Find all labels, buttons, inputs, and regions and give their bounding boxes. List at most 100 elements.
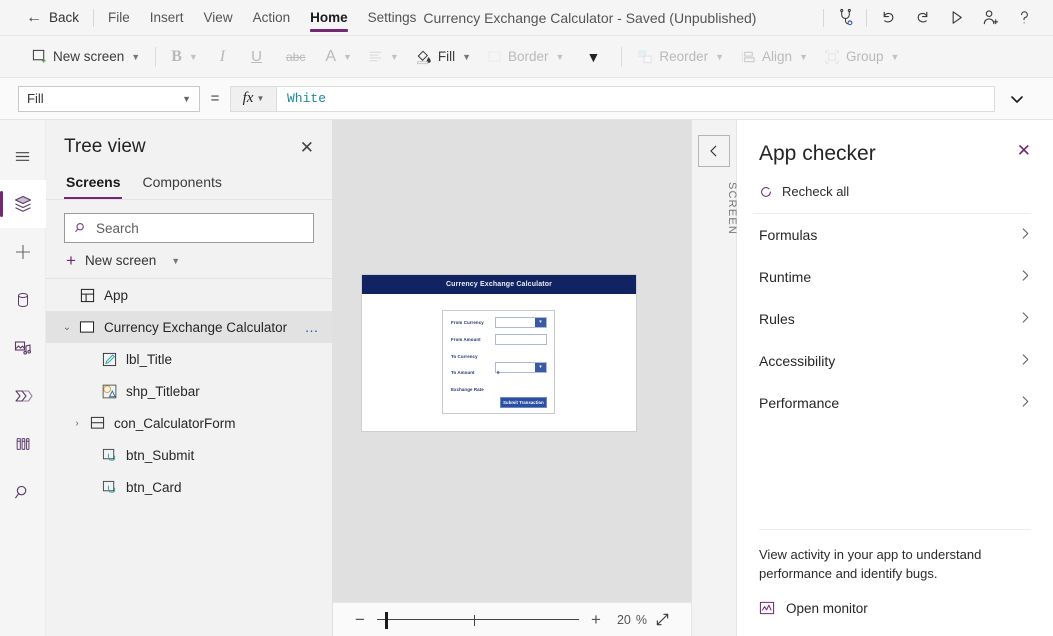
menu-divider bbox=[93, 9, 94, 27]
tree-node-shp-titlebar[interactable]: shp_Titlebar bbox=[46, 375, 332, 407]
share-icon[interactable] bbox=[973, 3, 1007, 33]
formula-expand-button[interactable] bbox=[995, 93, 1039, 105]
group-button[interactable]: Group ▼ bbox=[816, 42, 907, 72]
align-text-button[interactable]: ▼ bbox=[360, 42, 407, 72]
search-icon[interactable] bbox=[0, 468, 46, 516]
tree-search-box[interactable] bbox=[64, 213, 314, 243]
collapse-panel-button[interactable] bbox=[698, 135, 730, 167]
tree-node-con-calculatorform[interactable]: › con_CalculatorForm bbox=[46, 407, 332, 439]
checker-row-runtime[interactable]: Runtime bbox=[759, 256, 1031, 298]
zoom-slider[interactable] bbox=[377, 607, 579, 633]
font-color-button[interactable]: A ▼ bbox=[317, 42, 360, 72]
strikethrough-label: abc bbox=[286, 50, 305, 64]
menu-item-insert[interactable]: Insert bbox=[140, 0, 194, 36]
back-button[interactable]: ← Back bbox=[0, 0, 89, 36]
tree-view-icon[interactable] bbox=[0, 180, 46, 228]
data-icon[interactable] bbox=[0, 276, 46, 324]
tree-chevron-expanded-icon[interactable]: ⌄ bbox=[58, 322, 76, 333]
fit-to-screen-icon[interactable] bbox=[647, 612, 677, 627]
chevron-down-icon: ▼ bbox=[171, 256, 180, 266]
property-dropdown[interactable]: Fill ▼ bbox=[18, 86, 200, 112]
insert-icon[interactable] bbox=[0, 228, 46, 276]
checker-row-performance[interactable]: Performance bbox=[759, 382, 1031, 424]
new-screen-tree-button[interactable]: + New screen ▼ bbox=[46, 243, 332, 279]
from-amount-input[interactable] bbox=[495, 334, 547, 345]
tree-node-screen[interactable]: ⌄ Currency Exchange Calculator … bbox=[46, 311, 332, 343]
refresh-icon bbox=[759, 185, 773, 199]
fill-button[interactable]: Fill ▼ bbox=[407, 42, 479, 72]
menu-item-action[interactable]: Action bbox=[243, 0, 301, 36]
fx-button[interactable]: fx ▼ bbox=[230, 86, 276, 112]
hamburger-menu-icon[interactable] bbox=[0, 132, 46, 180]
reorder-button[interactable]: Reorder ▼ bbox=[629, 42, 732, 72]
tree-node-btn-submit[interactable]: btn_Submit bbox=[46, 439, 332, 471]
border-button[interactable]: Border ▼ bbox=[479, 42, 572, 72]
tree-node-label: lbl_Title bbox=[126, 352, 172, 367]
from-currency-combobox[interactable]: ▾ bbox=[495, 317, 547, 328]
zoom-value: 20 bbox=[617, 613, 631, 627]
close-icon[interactable]: ✕ bbox=[1017, 142, 1031, 159]
help-icon[interactable] bbox=[1007, 3, 1041, 33]
monitor-icon bbox=[759, 600, 775, 616]
tab-screens[interactable]: Screens bbox=[64, 170, 122, 199]
checker-row-rules[interactable]: Rules bbox=[759, 298, 1031, 340]
menu-item-view[interactable]: View bbox=[194, 0, 243, 36]
chevron-down-icon: ▼ bbox=[799, 52, 808, 62]
media-icon[interactable] bbox=[0, 324, 46, 372]
tree-node-lbl-title[interactable]: lbl_Title bbox=[46, 343, 332, 375]
chevron-down-icon: ▼ bbox=[343, 52, 352, 62]
checker-row-formulas[interactable]: Formulas bbox=[759, 214, 1031, 256]
equals-sign: = bbox=[200, 90, 230, 107]
calculator-form-container[interactable]: From Currency ▾ From Amount To Currency … bbox=[442, 310, 555, 414]
tree-node-app[interactable]: App bbox=[46, 279, 332, 311]
play-preview-icon[interactable] bbox=[939, 3, 973, 33]
italic-button[interactable]: I bbox=[206, 42, 239, 72]
tree-node-btn-card[interactable]: btn_Card bbox=[46, 471, 332, 503]
power-automate-icon[interactable] bbox=[0, 372, 46, 420]
redo-icon[interactable] bbox=[905, 3, 939, 33]
formula-input[interactable]: White bbox=[276, 86, 995, 112]
menu-item-settings[interactable]: Settings bbox=[358, 0, 427, 36]
submit-transaction-button[interactable]: Submit Transaction bbox=[500, 397, 547, 408]
checker-row-accessibility[interactable]: Accessibility bbox=[759, 340, 1031, 382]
app-checker-icon[interactable] bbox=[828, 3, 862, 33]
variables-icon[interactable] bbox=[0, 420, 46, 468]
to-currency-label: To Currency bbox=[451, 354, 478, 359]
undo-icon[interactable] bbox=[871, 3, 905, 33]
align-button[interactable]: Align ▼ bbox=[732, 42, 816, 72]
from-currency-label: From Currency bbox=[451, 320, 484, 325]
app-canvas[interactable]: Currency Exchange Calculator From Curren… bbox=[333, 120, 691, 636]
to-currency-combobox[interactable]: ▾ bbox=[495, 362, 547, 373]
search-input[interactable] bbox=[96, 221, 304, 236]
zoom-slider-thumb[interactable] bbox=[385, 612, 388, 629]
recheck-all-button[interactable]: Recheck all bbox=[737, 166, 1053, 213]
menu-label: Action bbox=[253, 10, 291, 25]
zoom-out-button[interactable]: − bbox=[347, 607, 373, 633]
tab-components[interactable]: Components bbox=[140, 170, 223, 199]
tree-node-list: App ⌄ Currency Exchange Calculator … bbox=[46, 279, 332, 503]
close-icon[interactable]: ✕ bbox=[300, 139, 314, 156]
menu-item-file[interactable]: File bbox=[98, 0, 140, 36]
footer-divider bbox=[759, 529, 1031, 530]
underline-button[interactable]: U bbox=[239, 42, 274, 72]
zoom-percent-symbol: % bbox=[636, 613, 647, 627]
chevron-right-icon bbox=[1020, 227, 1031, 243]
more-options-button[interactable]: ▼ bbox=[572, 42, 614, 72]
app-checker-panel: App checker ✕ Recheck all Formulas Runti… bbox=[737, 120, 1053, 636]
checker-row-label: Formulas bbox=[759, 227, 817, 243]
align-button-label: Align bbox=[762, 49, 792, 64]
checker-row-label: Performance bbox=[759, 395, 839, 411]
from-amount-label: From Amount bbox=[451, 337, 481, 342]
bold-button[interactable]: B ▼ bbox=[163, 42, 206, 72]
chevron-down-icon: ▼ bbox=[189, 52, 198, 62]
tree-chevron-collapsed-icon[interactable]: › bbox=[68, 418, 86, 429]
app-screen-preview[interactable]: Currency Exchange Calculator From Curren… bbox=[362, 275, 636, 431]
chevron-right-icon bbox=[1020, 395, 1031, 411]
open-monitor-button[interactable]: Open monitor bbox=[759, 600, 1031, 616]
chevron-right-icon bbox=[1020, 353, 1031, 369]
new-screen-button[interactable]: New screen ▼ bbox=[24, 42, 148, 72]
strikethrough-button[interactable]: abc bbox=[274, 42, 317, 72]
zoom-in-button[interactable]: + bbox=[583, 607, 609, 633]
tree-node-context-menu[interactable]: … bbox=[305, 320, 321, 334]
menu-item-home[interactable]: Home bbox=[300, 0, 358, 36]
